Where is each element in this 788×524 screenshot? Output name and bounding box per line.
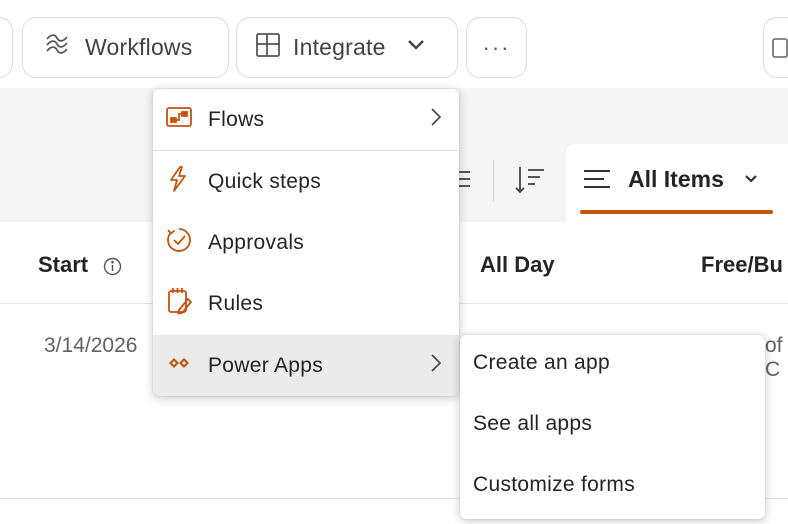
command-bar: Workflows Integrate ··· xyxy=(0,0,788,88)
menu-item-label: Rules xyxy=(208,291,264,315)
column-header-free-busy[interactable]: Free/Bu xyxy=(701,252,783,278)
workflows-icon xyxy=(43,31,71,65)
info-icon[interactable] xyxy=(103,257,122,281)
more-options-button[interactable]: ··· xyxy=(466,17,527,78)
rules-icon xyxy=(165,286,193,322)
view-name: All Items xyxy=(628,166,724,192)
chevron-down-icon xyxy=(742,170,760,193)
chevron-down-icon xyxy=(406,34,426,61)
menu-item-label: Quick steps xyxy=(208,169,322,193)
submenu-item-customize-forms[interactable]: Customize forms xyxy=(473,473,635,497)
flows-icon xyxy=(165,105,193,135)
column-header-all-day[interactable]: All Day xyxy=(480,252,555,278)
chevron-right-icon xyxy=(429,106,443,134)
toolbar-divider xyxy=(493,160,494,202)
power-apps-submenu: Create an app See all apps Customize for… xyxy=(460,335,765,519)
workflows-label: Workflows xyxy=(85,34,193,60)
view-tab-underline xyxy=(580,210,773,214)
menu-item-label: Approvals xyxy=(208,230,305,254)
document-icon xyxy=(772,37,788,58)
lightning-icon xyxy=(165,165,191,199)
more-icon: ··· xyxy=(482,34,511,60)
approvals-icon xyxy=(165,226,193,260)
view-lines-icon xyxy=(582,168,612,195)
menu-item-label: Flows xyxy=(208,107,265,131)
sort-icon[interactable] xyxy=(513,164,547,201)
integrate-label: Integrate xyxy=(293,34,386,60)
chevron-right-icon xyxy=(429,352,443,380)
integrate-icon xyxy=(255,32,281,64)
toolbar-button-partial[interactable] xyxy=(0,17,13,78)
menu-item-power-apps[interactable]: Power Apps xyxy=(153,335,459,396)
cell-trailing: of C xyxy=(765,334,783,381)
submenu-item-create-app[interactable]: Create an app xyxy=(473,351,610,375)
toolbar-button-partial-right[interactable] xyxy=(763,17,788,78)
view-selector-tab[interactable]: All Items xyxy=(566,144,788,222)
integrate-button[interactable]: Integrate xyxy=(236,17,458,78)
workflows-button[interactable]: Workflows xyxy=(22,17,229,78)
integrate-menu: Flows Quick steps Approvals Rules Power … xyxy=(153,89,459,396)
power-apps-icon xyxy=(165,351,193,381)
menu-item-label: Power Apps xyxy=(208,353,324,377)
cell-start: 3/14/2026 xyxy=(44,334,138,357)
submenu-item-see-all-apps[interactable]: See all apps xyxy=(473,412,592,436)
menu-item-approvals[interactable]: Approvals xyxy=(153,212,459,273)
column-header-start[interactable]: Start xyxy=(38,252,88,278)
menu-item-rules[interactable]: Rules xyxy=(153,273,459,334)
menu-item-flows[interactable]: Flows xyxy=(153,89,459,150)
menu-item-quick-steps[interactable]: Quick steps xyxy=(153,151,459,212)
